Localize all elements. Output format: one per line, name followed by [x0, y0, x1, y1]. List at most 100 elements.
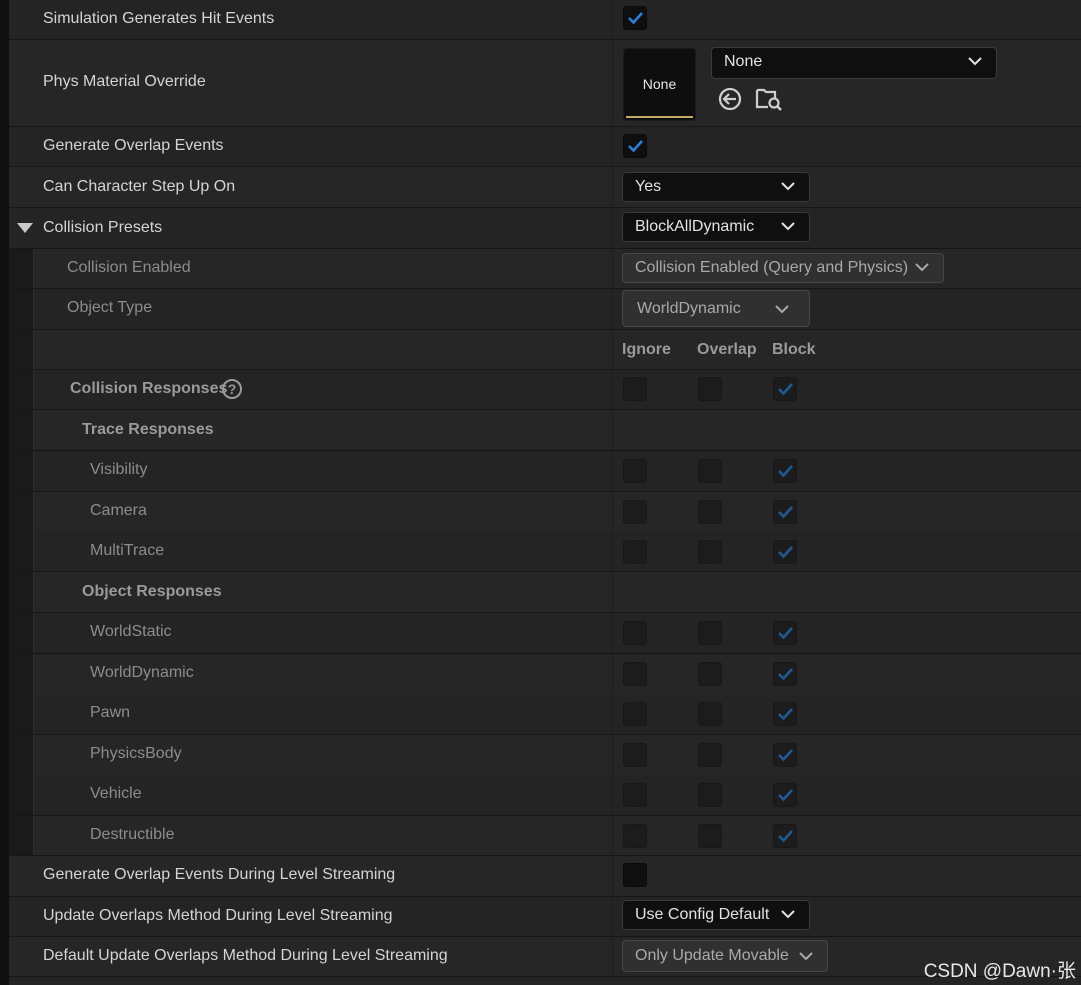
dropdown-value: Use Config Default: [635, 906, 770, 923]
row-label: Collision Presets: [43, 219, 163, 236]
overlap-checkbox[interactable]: [698, 702, 722, 726]
overlap-checkbox[interactable]: [698, 824, 722, 848]
checkmark-icon: [778, 383, 793, 396]
column-header-overlap: Overlap: [697, 341, 757, 358]
all-overlap-checkbox[interactable]: [698, 377, 722, 401]
block-checkbox[interactable]: [773, 500, 797, 524]
dropdown-value: WorldDynamic: [637, 300, 741, 317]
triangle-down-icon[interactable]: [17, 223, 33, 233]
chevron-down-icon: [915, 263, 929, 272]
dropdown-value: None: [724, 53, 763, 70]
channel-name: Pawn: [90, 704, 131, 721]
row-bottom-filler: [9, 977, 1081, 985]
chevron-down-icon: [781, 222, 795, 231]
object-type-dropdown[interactable]: WorldDynamic: [622, 290, 810, 327]
row-response-header: Ignore Overlap Block: [9, 330, 1081, 369]
thumbnail-label: None: [642, 76, 677, 92]
phys-material-dropdown[interactable]: None: [711, 47, 997, 79]
collision-enabled-dropdown[interactable]: Collision Enabled (Query and Physics): [622, 253, 944, 283]
chevron-down-icon: [775, 305, 789, 314]
channel-row: Vehicle: [9, 775, 1081, 815]
ignore-checkbox[interactable]: [623, 459, 647, 483]
column-header-block: Block: [772, 341, 816, 358]
row-object-responses-header: Object Responses: [9, 572, 1081, 612]
collision-presets-dropdown[interactable]: BlockAllDynamic: [622, 212, 810, 242]
channel-row: Visibility: [9, 451, 1081, 491]
ignore-checkbox[interactable]: [623, 824, 647, 848]
block-checkbox[interactable]: [773, 824, 797, 848]
update-overlaps-dropdown[interactable]: Use Config Default: [622, 900, 810, 930]
overlap-checkbox[interactable]: [698, 621, 722, 645]
overlap-checkbox[interactable]: [698, 743, 722, 767]
block-checkbox[interactable]: [773, 662, 797, 686]
channel-name: WorldDynamic: [90, 664, 194, 681]
block-checkbox[interactable]: [773, 621, 797, 645]
ignore-checkbox[interactable]: [623, 540, 647, 564]
block-checkbox[interactable]: [773, 702, 797, 726]
overlap-checkbox[interactable]: [698, 459, 722, 483]
dropdown-value: Collision Enabled (Query and Physics): [635, 259, 909, 276]
chevron-down-icon: [968, 57, 982, 66]
overlap-checkbox[interactable]: [698, 783, 722, 807]
ignore-checkbox[interactable]: [623, 500, 647, 524]
row-trace-responses-header: Trace Responses: [9, 410, 1081, 450]
help-icon[interactable]: ?: [222, 379, 242, 399]
overlap-checkbox[interactable]: [698, 662, 722, 686]
checkmark-icon: [628, 12, 643, 25]
row-label: Collision Enabled: [67, 259, 191, 276]
channel-row: MultiTrace: [9, 532, 1081, 572]
row-collision-presets: Collision Presets: [9, 208, 1081, 248]
chevron-down-icon: [799, 952, 813, 961]
dropdown-value: Only Update Movable: [635, 947, 789, 964]
row-label: Can Character Step Up On: [43, 178, 236, 195]
row-collision-responses: Collision Responses: [9, 370, 1081, 409]
ignore-checkbox[interactable]: [623, 743, 647, 767]
row-label: Trace Responses: [82, 421, 214, 438]
overlap-streaming-checkbox[interactable]: [623, 863, 647, 887]
overlap-checkbox[interactable]: [698, 540, 722, 564]
row-default-update-overlaps: Default Update Overlaps Method During Le…: [9, 937, 1081, 976]
checkmark-icon: [778, 506, 793, 519]
ignore-checkbox[interactable]: [623, 662, 647, 686]
default-update-overlaps-dropdown[interactable]: Only Update Movable: [622, 940, 828, 972]
overlap-checkbox[interactable]: [698, 500, 722, 524]
row-generate-overlap-events: Generate Overlap Events: [9, 127, 1081, 166]
row-label: Generate Overlap Events During Level Str…: [43, 866, 396, 883]
checkmark-icon: [778, 465, 793, 478]
checkmark-icon: [778, 830, 793, 843]
ignore-checkbox[interactable]: [623, 702, 647, 726]
row-can-character-step-up: Can Character Step Up On: [9, 167, 1081, 207]
details-panel: Simulation Generates Hit Events Phys Mat…: [0, 0, 1081, 985]
block-checkbox[interactable]: [773, 540, 797, 564]
sim-hit-checkbox[interactable]: [623, 6, 647, 30]
checkmark-icon: [778, 627, 793, 640]
channel-name: PhysicsBody: [90, 745, 182, 762]
step-up-dropdown[interactable]: Yes: [622, 172, 810, 202]
column-header-ignore: Ignore: [622, 341, 671, 358]
ignore-checkbox[interactable]: [623, 621, 647, 645]
row-label: Object Responses: [82, 583, 222, 600]
channel-row: Destructible: [9, 816, 1081, 856]
checkmark-icon: [778, 749, 793, 762]
block-checkbox[interactable]: [773, 783, 797, 807]
block-checkbox[interactable]: [773, 459, 797, 483]
channel-row: PhysicsBody: [9, 735, 1081, 775]
all-ignore-checkbox[interactable]: [623, 377, 647, 401]
channel-name: Destructible: [90, 826, 175, 843]
channel-name: Camera: [90, 502, 147, 519]
channel-name: Visibility: [90, 461, 148, 478]
generate-overlap-checkbox[interactable]: [623, 134, 647, 158]
chevron-down-icon: [781, 910, 795, 919]
folder-search-icon[interactable]: [755, 86, 783, 112]
arrow-left-circle-icon[interactable]: [717, 86, 743, 112]
channel-name: MultiTrace: [90, 542, 165, 559]
row-update-overlaps-method: Update Overlaps Method During Level Stre…: [9, 897, 1081, 936]
material-thumbnail[interactable]: None: [623, 48, 696, 121]
all-block-checkbox[interactable]: [773, 377, 797, 401]
checkmark-icon: [778, 708, 793, 721]
channel-row: Camera: [9, 492, 1081, 532]
ignore-checkbox[interactable]: [623, 783, 647, 807]
block-checkbox[interactable]: [773, 743, 797, 767]
row-label: Collision Responses: [70, 380, 228, 397]
row-label: Phys Material Override: [43, 73, 206, 90]
